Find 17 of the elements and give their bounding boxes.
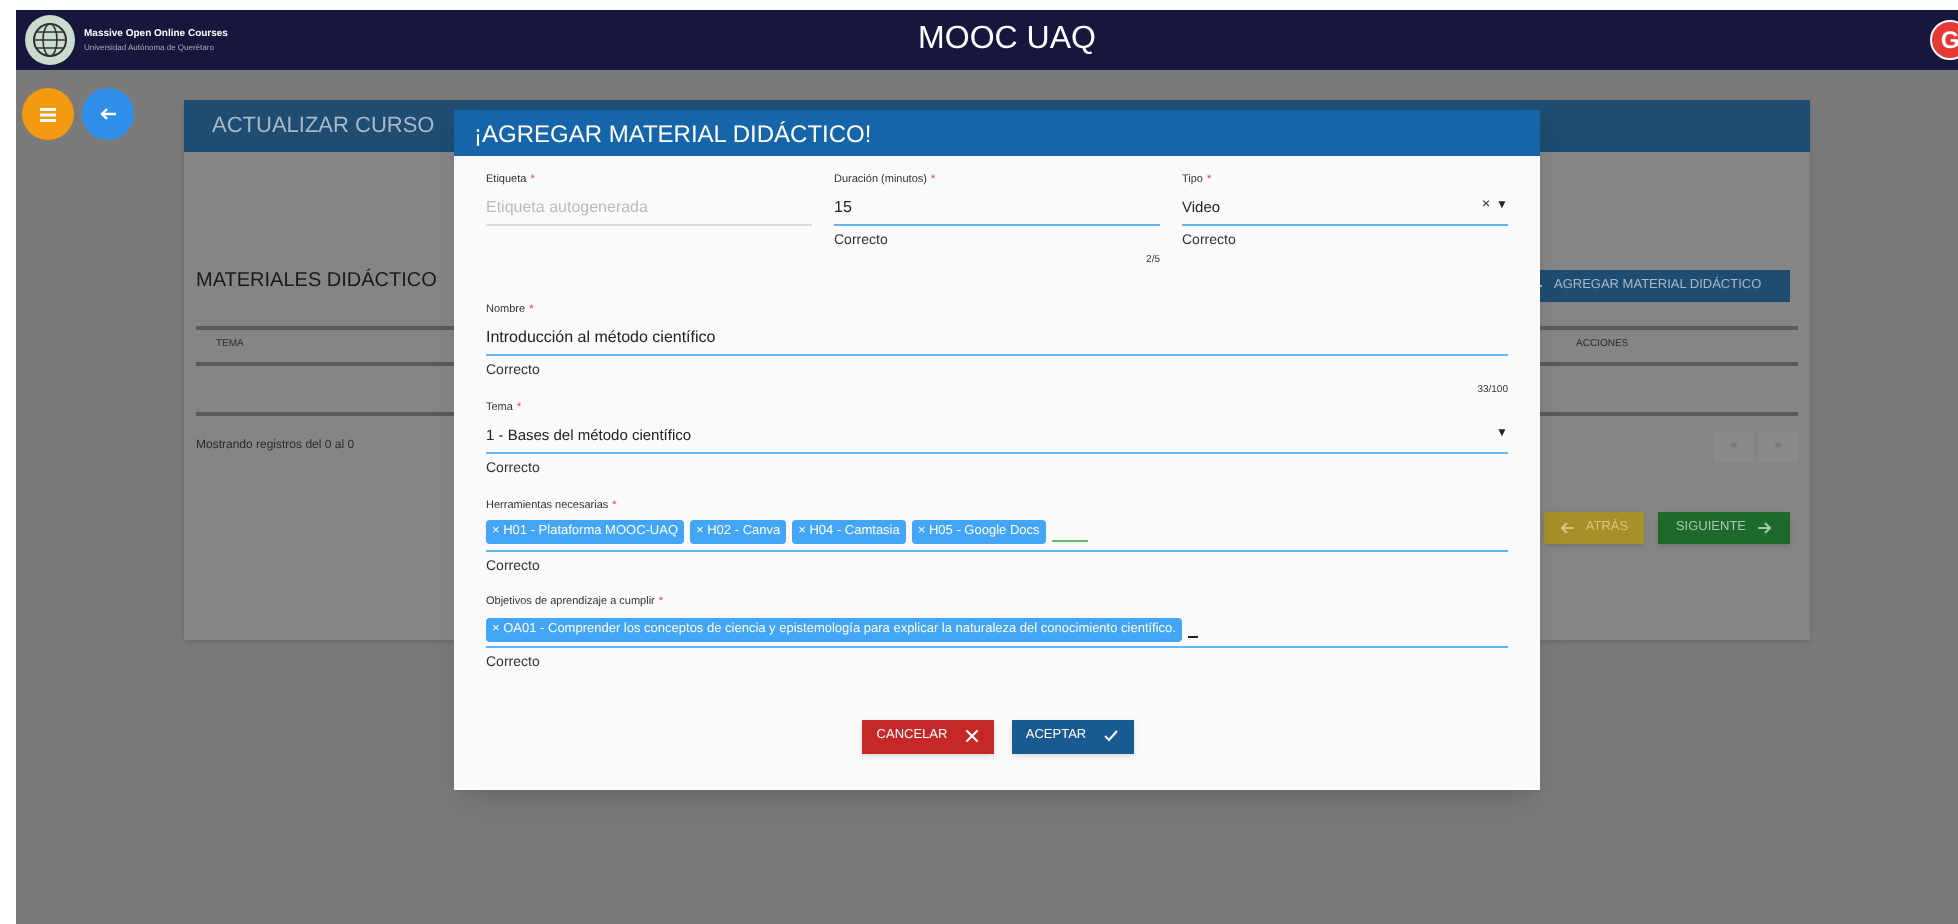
input-field[interactable]: Introducción al método científico [486, 320, 1508, 356]
input-field[interactable]: 15 [834, 190, 1160, 226]
app-title: MOOC UAQ [916, 20, 1098, 60]
dialog-title: ¡AGREGAR MATERIAL DIDÁCTICO! [474, 117, 872, 151]
back-button[interactable] [82, 88, 134, 140]
card-title: ACTUALIZAR CURSO [212, 111, 435, 142]
globe-logo [24, 14, 76, 66]
arrow-right-icon [1758, 522, 1773, 534]
menu-icon [40, 107, 56, 121]
check-icon [1104, 730, 1119, 742]
arrow-left-icon [100, 108, 116, 120]
section-title: MATERIALES DIDÁCTICO [196, 266, 437, 296]
user-avatar[interactable]: G [1930, 20, 1958, 60]
menu-button[interactable] [22, 88, 74, 140]
close-icon [965, 730, 978, 742]
arrow-left-icon [1559, 522, 1574, 534]
input-field[interactable]: Etiqueta autogenerada [486, 190, 812, 226]
